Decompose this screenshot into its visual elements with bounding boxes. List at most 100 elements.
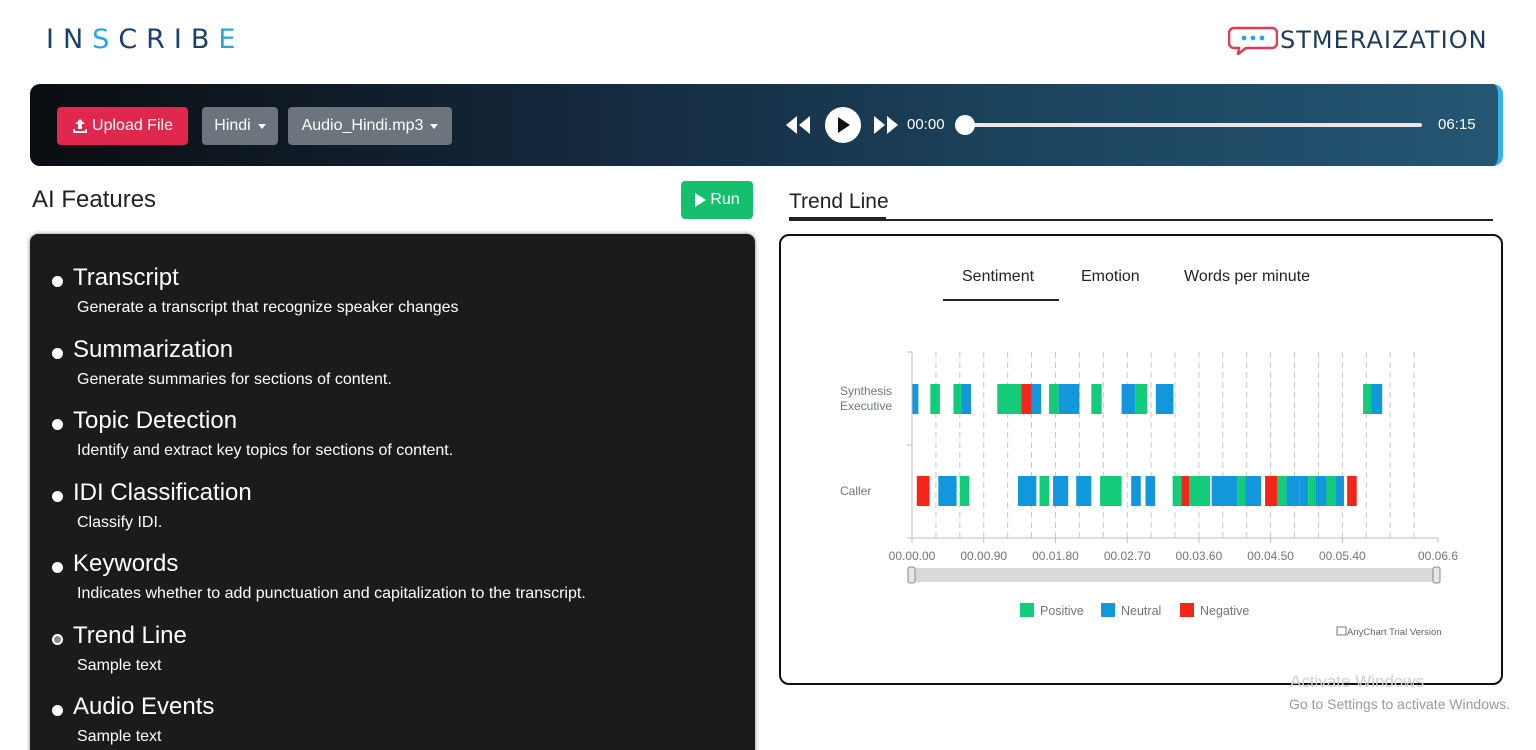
legend-label: Negative [1200,604,1249,618]
scroller-right-handle[interactable] [1432,566,1441,584]
sentiment-bar-neutral [1335,476,1344,506]
feature-description: Sample text [77,728,162,745]
total-time: 06:15 [1438,116,1476,133]
legend-swatch [1180,603,1194,617]
fast-forward-button[interactable] [871,113,901,137]
feature-description: Identify and extract key topics for sect… [77,442,454,459]
feature-radio[interactable] [52,348,63,359]
feature-radio[interactable] [52,562,63,573]
sentiment-bar-neutral [1076,476,1092,506]
feature-radio[interactable] [52,276,63,287]
heading-underline [789,217,886,220]
rewind-button[interactable] [783,113,813,137]
x-tick-label: 00.04.50 [1247,549,1294,563]
sentiment-bar-positive [1039,476,1050,506]
sentiment-bar-neutral [1058,384,1080,414]
ai-features-title: AI Features [32,186,157,213]
anychart-credit[interactable]: AnyChart Trial Version [1336,626,1442,638]
rewind-icon [786,116,810,134]
x-tick-label: 00.00.90 [960,549,1007,563]
x-tick-label: 00.06.6 [1418,549,1458,563]
caret-down-icon [430,123,439,129]
feature-title: IDI Classification [73,479,252,506]
audio-file-dropdown[interactable]: Audio_Hindi.mp3 [288,107,452,145]
play-icon [838,117,850,133]
sentiment-bar-neutral [1145,476,1156,506]
sentiment-bar-positive [953,384,962,414]
feature-description: Generate summaries for sections of conte… [77,371,392,388]
sentiment-bar-neutral [1371,384,1383,414]
sentiment-bar-positive [997,384,1022,414]
feature-title: Transcript [73,264,179,291]
active-tab-indicator [943,299,1059,301]
sentiment-bar-neutral [1121,384,1136,414]
y-category-label: Executive [840,399,892,413]
upload-file-button[interactable]: Upload File [57,107,188,145]
sentiment-bar-neutral [1155,384,1174,414]
feature-radio-selected[interactable] [52,634,63,645]
windows-activation-text: Go to Settings to activate Windows. [1289,696,1510,712]
sentiment-bar-positive [959,476,970,506]
sentiment-bar-positive [1135,384,1148,414]
logo-part: E [218,24,245,55]
logo-part: CRIB [118,24,219,55]
feature-description: Indicates whether to add punctuation and… [77,585,586,602]
sentiment-bar-neutral [1299,476,1309,506]
play-button[interactable] [825,107,861,143]
anychart-icon [1336,626,1347,636]
feature-title: Summarization [73,336,234,363]
sentiment-bar-positive [1308,476,1316,506]
section-divider [789,219,1493,221]
anychart-credit-text: AnyChart Trial Version [1347,627,1442,638]
feature-description: Sample text [77,657,162,674]
x-tick-label: 00.02.70 [1104,549,1151,563]
caret-down-icon [257,123,266,129]
seek-handle[interactable] [955,115,975,135]
current-time: 00:00 [907,116,945,133]
tab-emotion[interactable]: Emotion [1081,268,1140,286]
scroller-left-handle[interactable] [907,566,916,584]
sentiment-bar-positive [1363,384,1372,414]
sentiment-bar-neutral [1245,476,1262,506]
y-category-label: Caller [840,484,871,498]
seek-bar[interactable] [960,123,1422,127]
sentiment-bar-negative [916,476,930,506]
sentiment-bar-neutral [961,384,971,414]
feature-radio[interactable] [52,705,63,716]
sentiment-bar-neutral [1286,476,1300,506]
feature-description: Generate a transcript that recognize spe… [77,299,459,316]
chart-scroller-track[interactable] [912,568,1438,582]
audio-file-value: Audio_Hindi.mp3 [301,117,424,134]
tab-sentiment[interactable]: Sentiment [962,268,1034,286]
sentiment-bar-negative [1347,476,1357,506]
x-tick-label: 00.00.00 [889,549,936,563]
sentiment-bar-positive [1326,476,1336,506]
sentiment-bar-neutral [912,384,919,414]
language-dropdown[interactable]: Hindi [202,107,278,145]
x-tick-label: 00.03.60 [1176,549,1223,563]
sentiment-bar-positive [1049,384,1059,414]
run-label: Run [710,191,740,208]
legend-label: Positive [1040,604,1084,618]
feature-radio[interactable] [52,491,63,502]
run-button[interactable]: Run [681,181,753,219]
feature-radio[interactable] [52,419,63,430]
trend-line-heading: Trend Line [789,190,889,213]
legend-label: Neutral [1121,604,1161,618]
sentiment-bar-positive [1091,384,1102,414]
legend-swatch [1101,603,1115,617]
y-category-label: Synthesis [840,384,892,398]
sentiment-bar-neutral [1031,384,1042,414]
logo-part: S [92,24,119,55]
brand-logo: STMERAIZATION [1228,24,1488,56]
sentiment-bar-neutral [1211,476,1238,506]
x-tick-label: 00.05.40 [1319,549,1366,563]
sentiment-bar-positive [930,384,940,414]
tab-words-per-minute[interactable]: Words per minute [1184,268,1310,286]
sentiment-bar-neutral [1053,476,1069,506]
feature-title: Trend Line [73,622,187,649]
play-icon [695,193,707,207]
language-value: Hindi [214,117,251,134]
sentiment-bar-negative [1265,476,1278,506]
sentiment-bar-negative [1021,384,1032,414]
